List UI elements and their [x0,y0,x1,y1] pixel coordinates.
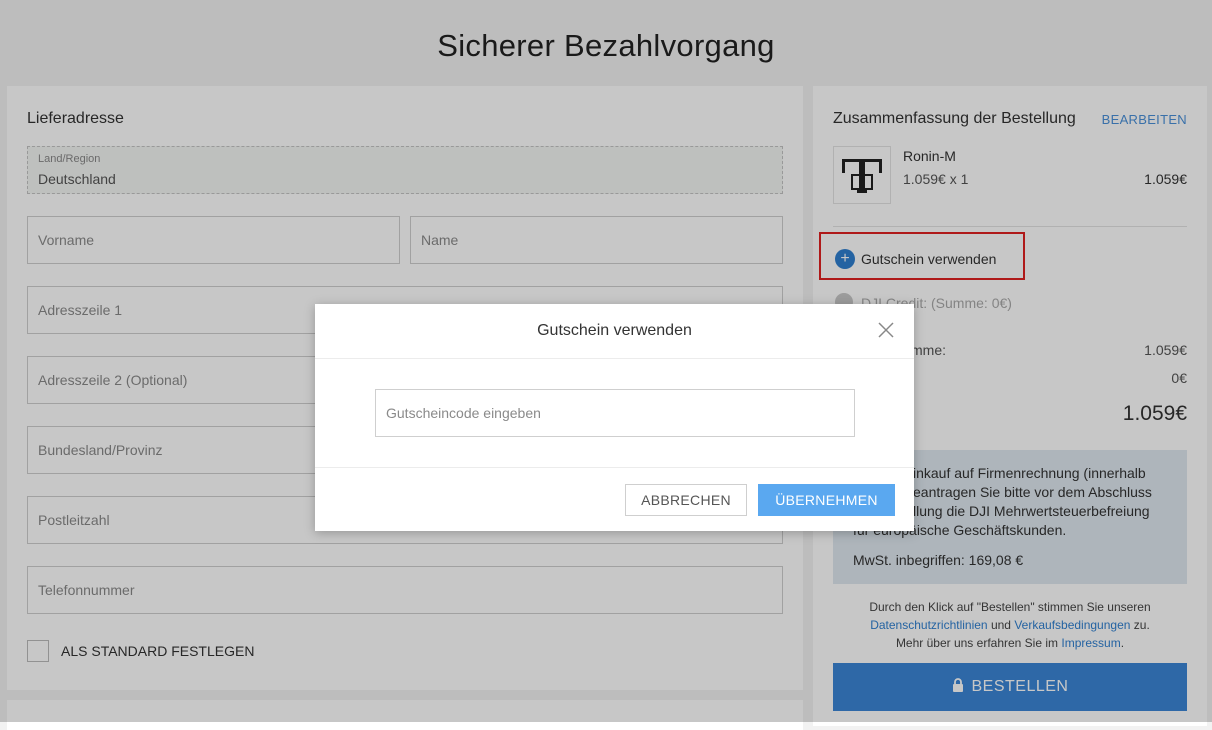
coupon-code-input[interactable]: Gutscheincode eingeben [375,389,855,437]
close-icon[interactable] [878,322,894,338]
coupon-code-placeholder: Gutscheincode eingeben [386,405,541,421]
modal-title: Gutschein verwenden [537,322,692,339]
modal-divider-bottom [315,467,914,468]
cancel-button[interactable]: ABBRECHEN [625,484,747,516]
apply-button[interactable]: ÜBERNEHMEN [758,484,895,516]
coupon-modal: Gutschein verwenden Gutscheincode eingeb… [315,304,914,531]
modal-divider-top [315,358,914,359]
